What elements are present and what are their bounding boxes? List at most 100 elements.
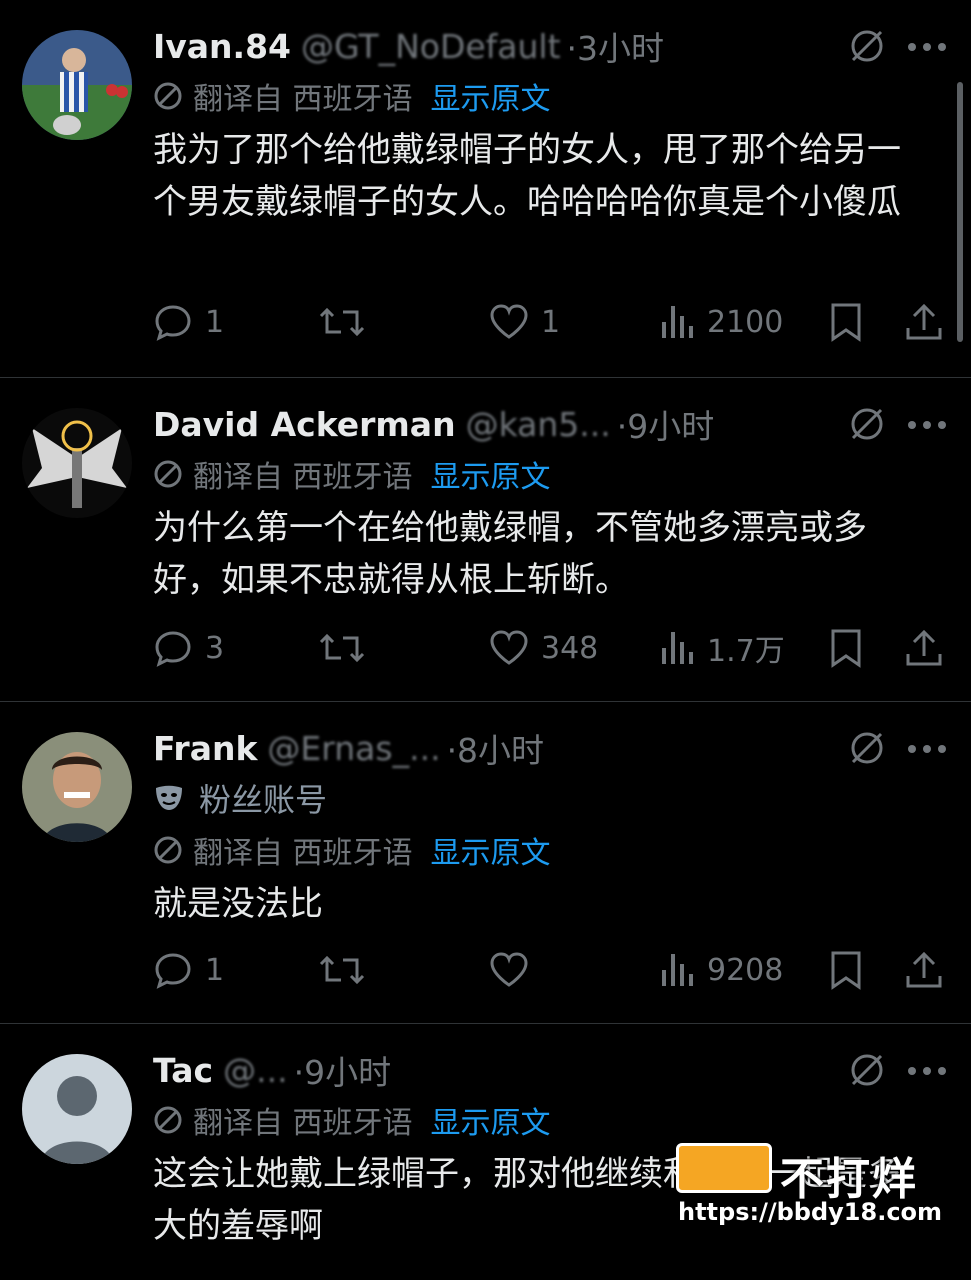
retweet-icon (319, 633, 365, 663)
translated-from-label: 翻译自 西班牙语 (193, 82, 413, 117)
user-handle[interactable]: @... (223, 1051, 287, 1090)
heart-icon (490, 630, 528, 665)
view-count: 9208 (707, 952, 784, 988)
share-button[interactable] (905, 302, 955, 342)
like-count: 348 (541, 630, 599, 666)
analytics-icon (662, 632, 693, 664)
tweet-text: 为什么第一个在给他戴绿帽，不管她多漂亮或多好，如果不忠就得从根上斩断。 (153, 508, 867, 600)
tweet-text: 我为了那个给他戴绿帽子的女人，甩了那个给另一个男友戴绿帽子的女人。哈哈哈哈你真是… (153, 130, 901, 222)
avatar[interactable] (22, 30, 132, 140)
reply-icon (155, 953, 191, 989)
bookmark-icon (831, 951, 861, 990)
more-options-icon[interactable] (907, 744, 947, 754)
translate-icon (154, 460, 182, 488)
heart-icon (490, 304, 528, 339)
display-name[interactable]: David Ackerman (153, 405, 456, 444)
timestamp[interactable]: ·8小时 (447, 724, 545, 772)
bookmark-button[interactable] (829, 950, 875, 990)
translation-bar: 翻译自 西班牙语 显示原文 (153, 448, 931, 500)
reply-count: 1 (205, 304, 225, 340)
grok-icon[interactable] (849, 730, 885, 766)
more-options-icon[interactable] (907, 42, 947, 52)
views-button[interactable]: 2100 (659, 302, 783, 342)
reply-button[interactable]: 3 (153, 628, 224, 668)
tweet-header: Frank @Ernas_... ·8小时 (153, 724, 931, 772)
translation-bar: 翻译自 西班牙语 显示原文 (153, 1094, 931, 1146)
share-icon (906, 629, 942, 666)
like-button[interactable]: 348 (489, 628, 598, 668)
avatar[interactable] (22, 1054, 132, 1164)
user-handle[interactable]: @GT_NoDefault (301, 27, 561, 66)
analytics-icon (662, 306, 693, 338)
display-name[interactable]: Ivan.84 (153, 27, 291, 66)
action-bar: 3 348 1.7万 (153, 624, 945, 672)
analytics-icon (662, 954, 693, 986)
user-handle[interactable]: @kan5... (466, 405, 611, 444)
user-handle[interactable]: @Ernas_... (267, 729, 440, 768)
bookmark-icon (831, 629, 861, 668)
retweet-button[interactable] (319, 950, 377, 990)
reply-button[interactable]: 1 (153, 302, 224, 342)
retweet-icon (319, 307, 365, 337)
grok-icon[interactable] (849, 1052, 885, 1088)
display-name[interactable]: Frank (153, 729, 257, 768)
watermark-logo (676, 1143, 772, 1193)
more-options-icon[interactable] (907, 1066, 947, 1076)
tweet-header: Tac @... ·9小时 (153, 1046, 931, 1094)
tweet-header: David Ackerman @kan5... ·9小时 (153, 400, 931, 448)
share-button[interactable] (905, 950, 955, 990)
bookmark-button[interactable] (829, 628, 875, 668)
views-button[interactable]: 9208 (659, 950, 783, 990)
bookmark-button[interactable] (829, 302, 875, 342)
avatar[interactable] (22, 732, 132, 842)
show-original-link[interactable]: 显示原文 (431, 452, 551, 496)
timestamp[interactable]: ·3小时 (567, 22, 665, 70)
translated-from-label: 翻译自 西班牙语 (193, 836, 413, 871)
watermark-url: https://bbdy18.com (678, 1198, 943, 1226)
action-bar: 1 9208 (153, 946, 945, 994)
reply-count: 3 (205, 630, 225, 666)
like-button[interactable] (489, 950, 541, 990)
translate-icon (154, 836, 182, 864)
tweet[interactable]: Frank @Ernas_... ·8小时 粉丝账号 翻译自 西班牙语 显示原文… (0, 702, 971, 1024)
tweet-header: Ivan.84 @GT_NoDefault ·3小时 (153, 22, 931, 70)
heart-icon (490, 952, 528, 987)
tweet-text: 就是没法比 (153, 884, 323, 924)
show-original-link[interactable]: 显示原文 (431, 1098, 551, 1142)
bookmark-icon (831, 303, 861, 342)
more-options-icon[interactable] (907, 420, 947, 430)
show-original-link[interactable]: 显示原文 (431, 828, 551, 872)
reply-icon (155, 631, 191, 667)
grok-icon[interactable] (849, 28, 885, 64)
share-button[interactable] (905, 628, 955, 668)
views-button[interactable]: 1.7万 (659, 626, 785, 670)
timestamp[interactable]: ·9小时 (294, 1046, 392, 1094)
view-count: 1.7万 (707, 634, 785, 669)
translation-bar: 翻译自 西班牙语 显示原文 (153, 824, 931, 876)
reply-button[interactable]: 1 (153, 950, 224, 990)
translate-icon (154, 82, 182, 110)
mask-icon (156, 785, 182, 810)
reply-feed: Ivan.84 @GT_NoDefault ·3小时 翻译自 西班牙语 显示原文… (0, 0, 971, 1280)
watermark: 不打烊 https://bbdy18.com (676, 1143, 946, 1253)
retweet-icon (319, 955, 365, 985)
share-icon (906, 951, 942, 988)
tweet[interactable]: David Ackerman @kan5... ·9小时 翻译自 西班牙语 显示… (0, 378, 971, 702)
show-original-link[interactable]: 显示原文 (431, 74, 551, 118)
like-button[interactable]: 1 (489, 302, 560, 342)
share-icon (906, 303, 942, 340)
retweet-button[interactable] (319, 302, 377, 342)
reply-count: 1 (205, 952, 225, 988)
timestamp[interactable]: ·9小时 (617, 400, 715, 448)
fan-account-label: 粉丝账号 (199, 781, 328, 819)
translate-icon (154, 1106, 182, 1134)
grok-icon[interactable] (849, 406, 885, 442)
retweet-button[interactable] (319, 628, 377, 668)
translated-from-label: 翻译自 西班牙语 (193, 460, 413, 495)
translation-bar: 翻译自 西班牙语 显示原文 (153, 70, 931, 122)
display-name[interactable]: Tac (153, 1051, 213, 1090)
avatar[interactable] (22, 408, 132, 518)
scrollbar[interactable] (957, 82, 963, 342)
reply-icon (155, 305, 191, 341)
tweet[interactable]: Ivan.84 @GT_NoDefault ·3小时 翻译自 西班牙语 显示原文… (0, 0, 971, 378)
